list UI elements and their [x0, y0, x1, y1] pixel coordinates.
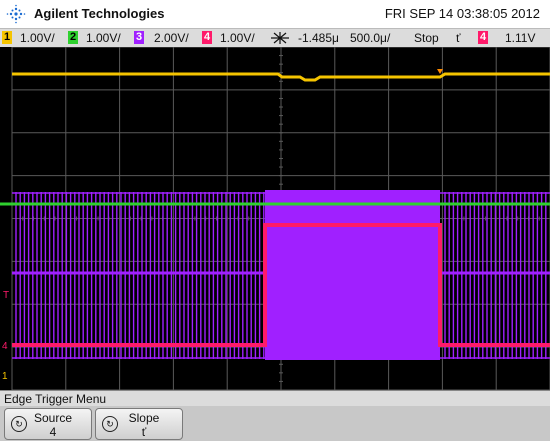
channel-4-ground-marker[interactable]: 4 — [2, 341, 8, 352]
trigger-level: 1.11V — [505, 31, 536, 45]
trigger-slope-symbol: ť — [456, 31, 461, 45]
time-scale: 500.0μ/ — [350, 31, 391, 45]
source-label: Source — [33, 411, 73, 425]
rotary-knob-icon: ↻ — [11, 416, 27, 432]
slope-softkey[interactable]: ↻ Slope ť — [95, 408, 183, 440]
waveform-plot: T 4 1 — [0, 46, 550, 391]
menu-title: Edge Trigger Menu — [4, 392, 107, 406]
slope-value: ť — [141, 425, 147, 439]
slope-label: Slope — [128, 411, 160, 425]
menu-title-bar: Edge Trigger Menu — [0, 390, 550, 407]
rotary-knob-icon: ↻ — [102, 416, 118, 432]
channel-4-badge[interactable]: 4 — [202, 31, 212, 44]
channel-3-badge[interactable]: 3 — [134, 31, 144, 44]
source-value: 4 — [49, 425, 57, 439]
waveform-display[interactable]: T 4 1 — [0, 46, 550, 391]
time-delay: -1.485μ — [298, 31, 339, 45]
channel-1-badge[interactable]: 1 — [2, 31, 12, 44]
channel-2-scale: 1.00V/ — [86, 31, 121, 45]
agilent-logo-icon — [6, 4, 26, 24]
channel-2-badge[interactable]: 2 — [68, 31, 78, 44]
trigger-level-marker[interactable]: T — [3, 290, 9, 301]
trigger-source-badge: 4 — [478, 31, 488, 44]
softkey-bar: ↻ Source 4 ↻ Slope ť — [0, 406, 550, 441]
channel-1-scale: 1.00V/ — [20, 31, 55, 45]
channel-1-ground-marker[interactable]: 1 — [2, 371, 8, 382]
run-state: Stop — [414, 31, 439, 45]
status-header: Agilent Technologies FRI SEP 14 03:38:05… — [0, 0, 550, 28]
source-softkey[interactable]: ↻ Source 4 — [4, 408, 92, 440]
channel-3-scale: 2.00V/ — [154, 31, 189, 45]
channel-status-bar: 1 1.00V/ 2 1.00V/ 3 2.00V/ 4 1.00V/ -1.4… — [0, 28, 550, 48]
channel-4-scale: 1.00V/ — [220, 31, 255, 45]
date-time: FRI SEP 14 03:38:05 2012 — [384, 6, 540, 21]
trigger-position-icon — [271, 32, 289, 44]
brand-name: Agilent Technologies — [34, 6, 165, 21]
channel-3-dense-burst — [265, 190, 440, 360]
